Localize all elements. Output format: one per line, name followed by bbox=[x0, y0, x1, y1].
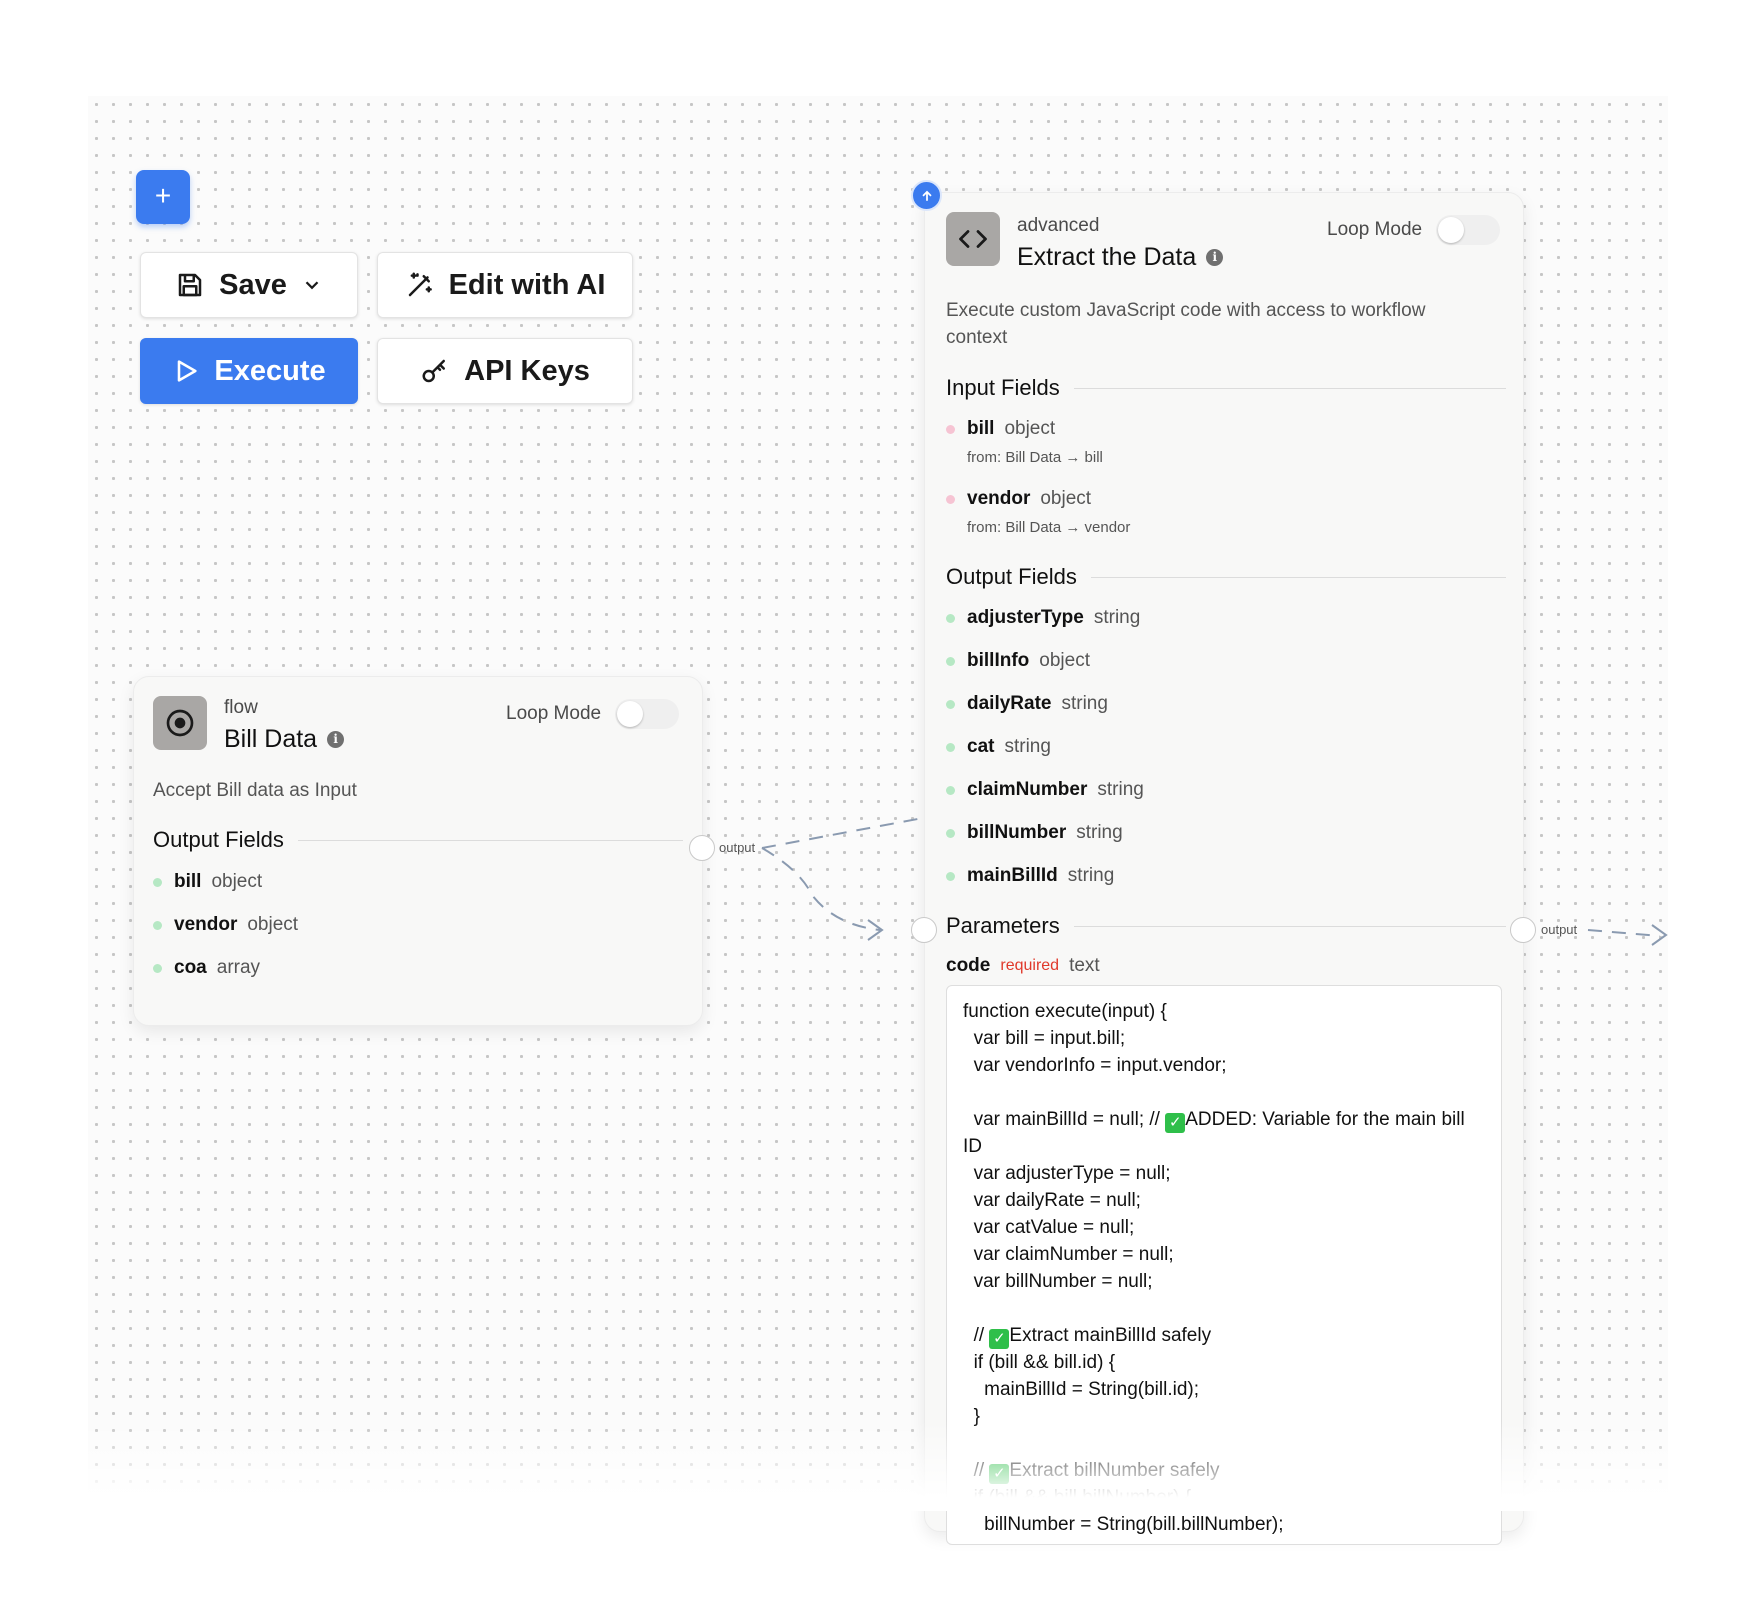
api-keys-button[interactable]: API Keys bbox=[377, 338, 633, 404]
save-icon bbox=[178, 273, 202, 297]
execute-button[interactable]: Execute bbox=[140, 338, 358, 404]
arrow-up-icon bbox=[922, 190, 931, 201]
output-port-label: output bbox=[1541, 922, 1578, 937]
edge-output-arrow-icon bbox=[1651, 924, 1668, 946]
extract-output-port[interactable] bbox=[1510, 917, 1536, 943]
edge-extract-output bbox=[1587, 929, 1661, 937]
collapse-handle[interactable] bbox=[911, 180, 942, 211]
edit-with-ai-label: Edit with AI bbox=[448, 268, 606, 301]
save-label: Save bbox=[219, 268, 287, 301]
add-node-button[interactable]: + bbox=[136, 170, 190, 224]
chevron-down-icon[interactable] bbox=[301, 274, 323, 296]
save-button[interactable]: Save bbox=[140, 252, 358, 318]
edge-bill-to-extract bbox=[761, 817, 924, 849]
api-keys-label: API Keys bbox=[464, 354, 590, 387]
connector-edges bbox=[761, 817, 1668, 946]
extract-input-port[interactable] bbox=[911, 917, 937, 943]
bill-output-port[interactable] bbox=[689, 835, 715, 861]
play-icon bbox=[178, 360, 197, 382]
edge-bill-to-parameters bbox=[761, 847, 881, 931]
edit-with-ai-button[interactable]: Edit with AI bbox=[377, 252, 633, 318]
execute-label: Execute bbox=[214, 354, 326, 387]
key-icon bbox=[422, 359, 446, 383]
magic-wand-icon bbox=[408, 272, 432, 297]
output-port-label: output bbox=[719, 840, 756, 855]
